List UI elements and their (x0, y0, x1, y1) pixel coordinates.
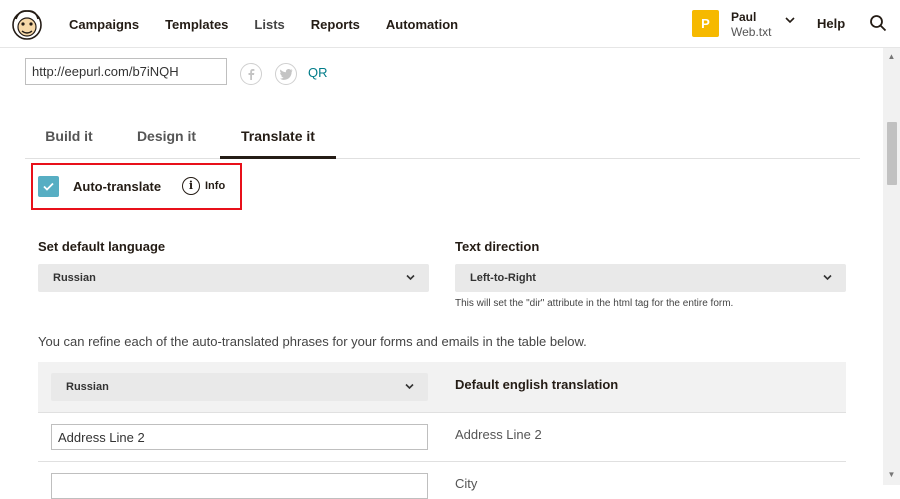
tab-translate-it[interactable]: Translate it (220, 115, 336, 159)
translation-input[interactable] (51, 424, 428, 450)
default-translation: Address Line 2 (455, 427, 542, 442)
chevron-down-icon[interactable] (785, 16, 795, 24)
tab-design-it[interactable]: Design it (123, 115, 210, 159)
avatar[interactable]: P (692, 10, 719, 37)
nav-reports[interactable]: Reports (311, 17, 360, 32)
text-direction-select[interactable]: Left-to-Right (455, 264, 846, 292)
translation-language-value: Russian (66, 381, 109, 393)
nav-templates[interactable]: Templates (165, 17, 228, 32)
form-builder-tabs: Build it Design it Translate it (25, 115, 860, 159)
nav-lists[interactable]: Lists (254, 17, 284, 32)
qr-code-link[interactable]: QR (308, 65, 328, 80)
scroll-up-icon[interactable]: ▲ (887, 52, 896, 61)
auto-translate-checkbox[interactable] (38, 176, 59, 197)
mailchimp-logo-icon[interactable] (10, 7, 44, 41)
chevron-down-icon (823, 274, 832, 281)
help-link[interactable]: Help (817, 16, 845, 31)
table-row-divider (38, 412, 846, 413)
user-org: Web.txt (731, 25, 772, 39)
text-direction-title: Text direction (455, 239, 540, 254)
chevron-down-icon (406, 274, 415, 281)
user-menu[interactable]: Paul Web.txt (731, 10, 771, 40)
default-language-title: Set default language (38, 239, 166, 254)
refine-description: You can refine each of the auto-translat… (38, 334, 587, 349)
default-translation-column-title: Default english translation (455, 377, 619, 392)
translation-language-select[interactable]: Russian (51, 373, 428, 401)
tab-build-it[interactable]: Build it (25, 115, 113, 159)
scrollbar-thumb[interactable] (887, 122, 897, 185)
text-direction-note: This will set the "dir" attribute in the… (455, 298, 734, 309)
top-navigation-bar: Campaigns Templates Lists Reports Automa… (0, 0, 900, 48)
default-translation: City (455, 476, 478, 491)
translation-input[interactable] (51, 473, 428, 499)
user-name: Paul (731, 10, 757, 24)
facebook-icon[interactable] (240, 63, 262, 85)
scroll-down-icon[interactable]: ▼ (887, 470, 896, 479)
main-nav: Campaigns Templates Lists Reports Automa… (56, 0, 471, 48)
auto-translate-label[interactable]: Auto-translate (73, 179, 161, 194)
table-row-divider (38, 461, 846, 462)
scrollbar-track[interactable] (883, 48, 900, 485)
default-language-value: Russian (53, 272, 96, 284)
nav-campaigns[interactable]: Campaigns (69, 17, 139, 32)
signup-url-field[interactable] (25, 58, 227, 85)
default-language-select[interactable]: Russian (38, 264, 429, 292)
nav-automation[interactable]: Automation (386, 17, 458, 32)
info-icon[interactable]: i (182, 177, 200, 195)
chevron-down-icon (405, 383, 414, 390)
text-direction-value: Left-to-Right (470, 272, 536, 284)
twitter-icon[interactable] (275, 63, 297, 85)
info-link[interactable]: Info (205, 180, 225, 192)
search-icon[interactable] (869, 14, 887, 32)
checkmark-icon (43, 182, 54, 191)
